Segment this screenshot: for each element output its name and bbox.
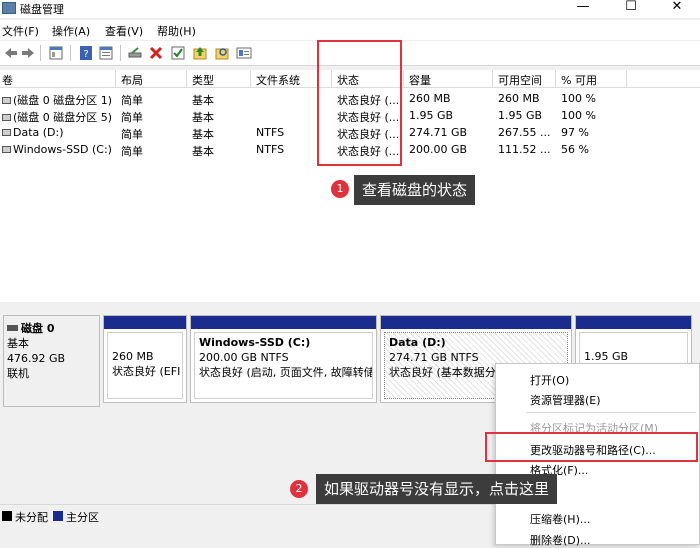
connect-drive-icon[interactable] bbox=[127, 45, 143, 61]
disk-type: 基本 bbox=[7, 337, 29, 350]
layout-cell: 简单 bbox=[121, 94, 143, 107]
minimize-button[interactable]: — bbox=[560, 0, 606, 18]
export-icon[interactable] bbox=[192, 45, 208, 61]
title-bar: 磁盘管理 — ☐ ✕ bbox=[0, 0, 700, 18]
capacity-cell: 274.71 GB bbox=[409, 126, 468, 139]
step-1-callout: 查看磁盘的状态 bbox=[354, 175, 476, 205]
menu-item-shrink-volume[interactable]: 压缩卷(H)... bbox=[530, 511, 590, 527]
capacity-cell: 200.00 GB bbox=[409, 143, 468, 156]
step-2-marker: 2 bbox=[290, 480, 308, 498]
volume-name: Windows-SSD (C:) bbox=[13, 143, 112, 156]
disk-name: 磁盘 0 bbox=[21, 322, 55, 335]
column-capacity[interactable]: 容量 bbox=[409, 72, 431, 88]
delete-icon[interactable] bbox=[148, 45, 164, 61]
menu-help[interactable]: 帮助(H) bbox=[157, 23, 196, 39]
partition-efi[interactable]: 260 MB 状态良好 (EFI 系 bbox=[103, 315, 187, 403]
column-filesystem[interactable]: 文件系统 bbox=[256, 72, 300, 88]
step-1-marker: 1 bbox=[331, 180, 349, 198]
percent-free-cell: 100 % bbox=[561, 92, 596, 105]
column-layout[interactable]: 布局 bbox=[121, 72, 143, 88]
legend-unallocated: 未分配 bbox=[15, 511, 48, 524]
partition-status: 状态良好 (启动, 页面文件, 故障转储 bbox=[199, 366, 373, 379]
legend-primary-partition: 主分区 bbox=[66, 511, 99, 524]
unallocated-swatch bbox=[2, 511, 12, 521]
menu-view[interactable]: 查看(V) bbox=[105, 23, 143, 39]
percent-free-cell: 97 % bbox=[561, 126, 589, 139]
capacity-cell: 1.95 GB bbox=[409, 109, 454, 122]
filesystem-cell: NTFS bbox=[256, 143, 285, 156]
partition-size: 1.95 GB bbox=[584, 350, 629, 363]
disk-status: 联机 bbox=[7, 367, 29, 380]
console-tree-icon[interactable] bbox=[48, 45, 64, 61]
properties-icon[interactable] bbox=[98, 45, 114, 61]
volume-name: Data (D:) bbox=[13, 126, 64, 139]
close-window-button[interactable]: ✕ bbox=[654, 0, 700, 18]
maximize-button[interactable]: ☐ bbox=[608, 0, 654, 18]
volume-icon bbox=[2, 129, 11, 136]
menu-item-open[interactable]: 打开(O) bbox=[530, 372, 569, 388]
disk-0-info[interactable]: 磁盘 0 基本 476.92 GB 联机 bbox=[3, 315, 100, 407]
partition-windows-ssd[interactable]: Windows-SSD (C:) 200.00 GB NTFS 状态良好 (启动… bbox=[190, 315, 377, 403]
column-volume[interactable]: 卷 bbox=[2, 72, 13, 88]
free-space-cell: 111.52 ... bbox=[498, 143, 551, 156]
capacity-cell: 260 MB bbox=[409, 92, 451, 105]
back-arrow-icon[interactable] bbox=[3, 45, 19, 61]
svg-text:?: ? bbox=[83, 49, 88, 60]
volume-icon bbox=[2, 97, 11, 104]
menu-action[interactable]: 操作(A) bbox=[52, 23, 90, 39]
type-cell: 基本 bbox=[192, 111, 214, 124]
free-space-cell: 267.55 ... bbox=[498, 126, 551, 139]
volume-name: (磁盘 0 磁盘分区 1) bbox=[13, 94, 113, 107]
forward-arrow-icon[interactable] bbox=[20, 45, 36, 61]
percent-free-cell: 56 % bbox=[561, 143, 589, 156]
type-cell: 基本 bbox=[192, 94, 214, 107]
settings-panel-icon[interactable] bbox=[236, 45, 252, 61]
layout-cell: 简单 bbox=[121, 111, 143, 124]
primary-partition-swatch bbox=[53, 511, 63, 521]
help-icon[interactable]: ? bbox=[78, 45, 94, 61]
volume-icon bbox=[2, 146, 11, 153]
partition-size: 200.00 GB NTFS bbox=[199, 351, 289, 364]
check-icon[interactable] bbox=[170, 45, 186, 61]
partition-title: Data (D:) bbox=[389, 336, 446, 349]
search-icon[interactable] bbox=[214, 45, 230, 61]
window-title: 磁盘管理 bbox=[20, 3, 64, 16]
column-type[interactable]: 类型 bbox=[192, 72, 214, 88]
column-percent-free[interactable]: % 可用 bbox=[561, 72, 597, 88]
type-cell: 基本 bbox=[192, 145, 214, 158]
step-2-callout: 如果驱动器号没有显示，点击这里 bbox=[316, 474, 558, 504]
filesystem-cell: NTFS bbox=[256, 126, 285, 139]
free-space-cell: 260 MB bbox=[498, 92, 540, 105]
layout-cell: 简单 bbox=[121, 145, 143, 158]
free-space-cell: 1.95 GB bbox=[498, 109, 543, 122]
column-free-space[interactable]: 可用空间 bbox=[498, 72, 542, 88]
percent-free-cell: 100 % bbox=[561, 109, 596, 122]
disk-icon bbox=[7, 325, 18, 331]
disk-size: 476.92 GB bbox=[7, 352, 66, 365]
disk-management-icon bbox=[2, 2, 16, 14]
status-highlight-box bbox=[317, 40, 402, 166]
partition-size: 260 MB bbox=[112, 350, 154, 363]
menu-file[interactable]: 文件(F) bbox=[2, 23, 39, 39]
menu-bar: 文件(F) 操作(A) 查看(V) 帮助(H) bbox=[0, 20, 700, 40]
volume-name: (磁盘 0 磁盘分区 5) bbox=[13, 111, 113, 124]
layout-cell: 简单 bbox=[121, 128, 143, 141]
menu-item-explorer[interactable]: 资源管理器(E) bbox=[530, 392, 601, 408]
partition-title: Windows-SSD (C:) bbox=[199, 336, 311, 349]
partition-status: 状态良好 (EFI 系 bbox=[112, 365, 182, 378]
menu-item-delete-volume[interactable]: 删除卷(D)... bbox=[530, 532, 591, 548]
change-drive-letter-highlight bbox=[485, 432, 698, 462]
volume-icon bbox=[2, 114, 11, 121]
type-cell: 基本 bbox=[192, 128, 214, 141]
